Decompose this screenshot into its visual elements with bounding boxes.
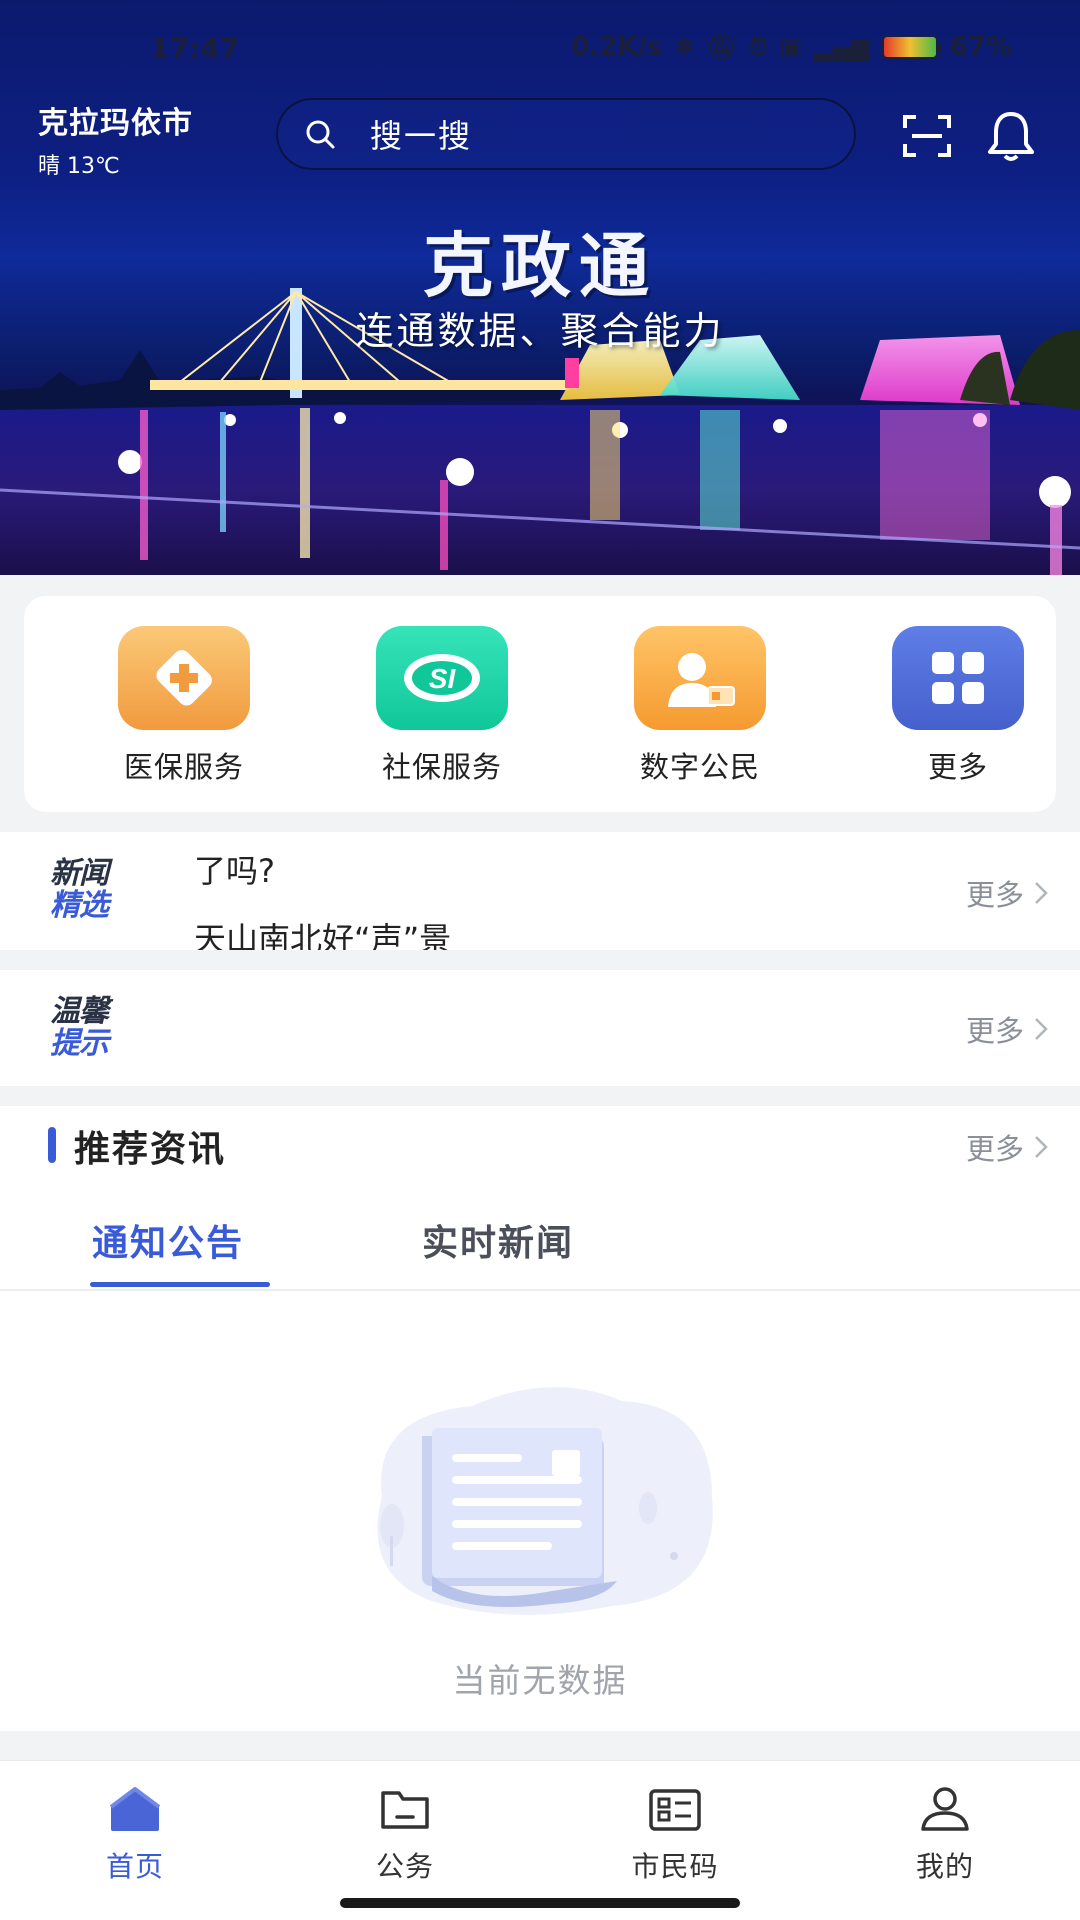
section-title: 推荐资讯 [74,1129,227,1170]
service-social-security[interactable]: SI 社保服务 [342,626,542,786]
tips-tag-line2: 提示 [50,1026,109,1061]
signal-icon: ▂▄▆ [814,33,870,61]
active-tab-indicator [90,1282,270,1287]
home-icon [109,1787,161,1831]
news-tag: 新闻 精选 [50,856,109,923]
more-label: 更多 [965,1132,1024,1166]
status-time: 17:47 [150,32,240,65]
nav-label: 我的 [915,1850,974,1883]
svg-text:SI: SI [429,663,457,694]
service-label: 医保服务 [123,750,244,784]
net-speed: 0.2K/s [571,32,663,62]
home-indicator[interactable] [340,1898,740,1908]
service-digital-citizen[interactable]: 数字公民 [600,626,800,786]
nav-label: 市民码 [631,1850,719,1883]
tips-row[interactable]: 温馨 提示 更多 [0,970,1080,1086]
city-name: 克拉玛依市 [38,106,193,141]
battery-level: 67% [949,32,1012,62]
news-headline[interactable]: 了吗? [194,846,275,892]
bluetooth-icon: ✱ [674,33,695,61]
hero-banner[interactable]: 17:47 0.2K/s ✱ 🔕︎ ⏰︎ ▣ ▂▄▆ 67% 克拉玛依市 晴 1… [0,0,1080,575]
user-icon [921,1787,969,1831]
nav-label: 公务 [375,1850,434,1883]
nav-citizen-code[interactable]: 市民码 [575,1783,775,1885]
empty-document-illustration [377,1387,713,1615]
tab-divider [0,1289,1080,1291]
service-label: 更多 [927,750,988,784]
alarm-icon: ⏰︎ [748,33,768,61]
chevron-right-icon [1035,1136,1048,1158]
location-weather[interactable]: 克拉玛依市 晴 13℃ [38,98,193,180]
hd-icon: ▣ [779,33,803,61]
mute-icon: 🔕︎ [706,33,737,61]
tab-notices[interactable]: 通知公告 [92,1214,244,1266]
recommended-news: 推荐资讯 更多 通知公告 实时新闻 当前无数据 [0,1106,1080,1731]
tips-tag-line1: 温馨 [50,994,109,1029]
tips-more-link[interactable]: 更多 [966,1008,1048,1050]
tab-realtime-news[interactable]: 实时新闻 [422,1214,574,1266]
status-indicators: 0.2K/s ✱ 🔕︎ ⏰︎ ▣ ▂▄▆ 67% [571,32,1012,62]
banner-title: 克政通 [423,224,657,307]
service-label: 社保服务 [381,750,502,784]
status-bar: 17:47 0.2K/s ✱ 🔕︎ ⏰︎ ▣ ▂▄▆ 67% [0,28,1080,68]
medical-cross-icon [118,626,250,730]
chevron-right-icon [1035,1018,1048,1040]
more-label: 更多 [965,1014,1024,1048]
search-box[interactable]: 搜一搜 [276,98,856,170]
recommend-more-link[interactable]: 更多 [966,1126,1048,1168]
banner-subtitle: 连通数据、聚合能力 [355,309,725,353]
search-placeholder: 搜一搜 [370,117,473,155]
service-more[interactable]: 更多 [858,626,1058,786]
news-tag-line1: 新闻 [50,856,109,891]
news-headline-next[interactable]: 天山南北好“声”景 [194,914,451,950]
tips-tag: 温馨 提示 [50,994,109,1061]
quick-services: 医保服务 SI 社保服务 数字公民 更多 [24,596,1056,812]
chevron-right-icon [1035,882,1048,904]
section-accent-bar [48,1127,56,1163]
service-medical-insurance[interactable]: 医保服务 [84,626,284,786]
nav-label: 首页 [105,1850,164,1883]
nav-home[interactable]: 首页 [35,1783,235,1885]
battery-icon [881,35,942,59]
grid-icon [892,626,1024,730]
news-tag-line2: 精选 [50,888,109,923]
nav-mine[interactable]: 我的 [845,1783,1045,1885]
news-ticker[interactable]: 新闻 精选 了吗? 天山南北好“声”景 更多 [0,832,1080,950]
search-icon [306,120,335,149]
bottom-navigation: 首页 公务 市民码 我的 [0,1760,1080,1920]
id-card-icon [649,1789,701,1831]
social-security-icon: SI [376,626,508,730]
nav-official[interactable]: 公务 [305,1783,505,1885]
weather-info: 晴 13℃ [38,154,120,179]
service-label: 数字公民 [639,750,760,784]
more-label: 更多 [965,878,1024,912]
bell-icon[interactable] [986,110,1036,162]
folder-icon [381,1791,429,1829]
empty-state-text: 当前无数据 [452,1661,628,1700]
scan-icon[interactable] [902,114,952,158]
news-more-link[interactable]: 更多 [966,872,1048,914]
citizen-id-icon [634,626,766,730]
